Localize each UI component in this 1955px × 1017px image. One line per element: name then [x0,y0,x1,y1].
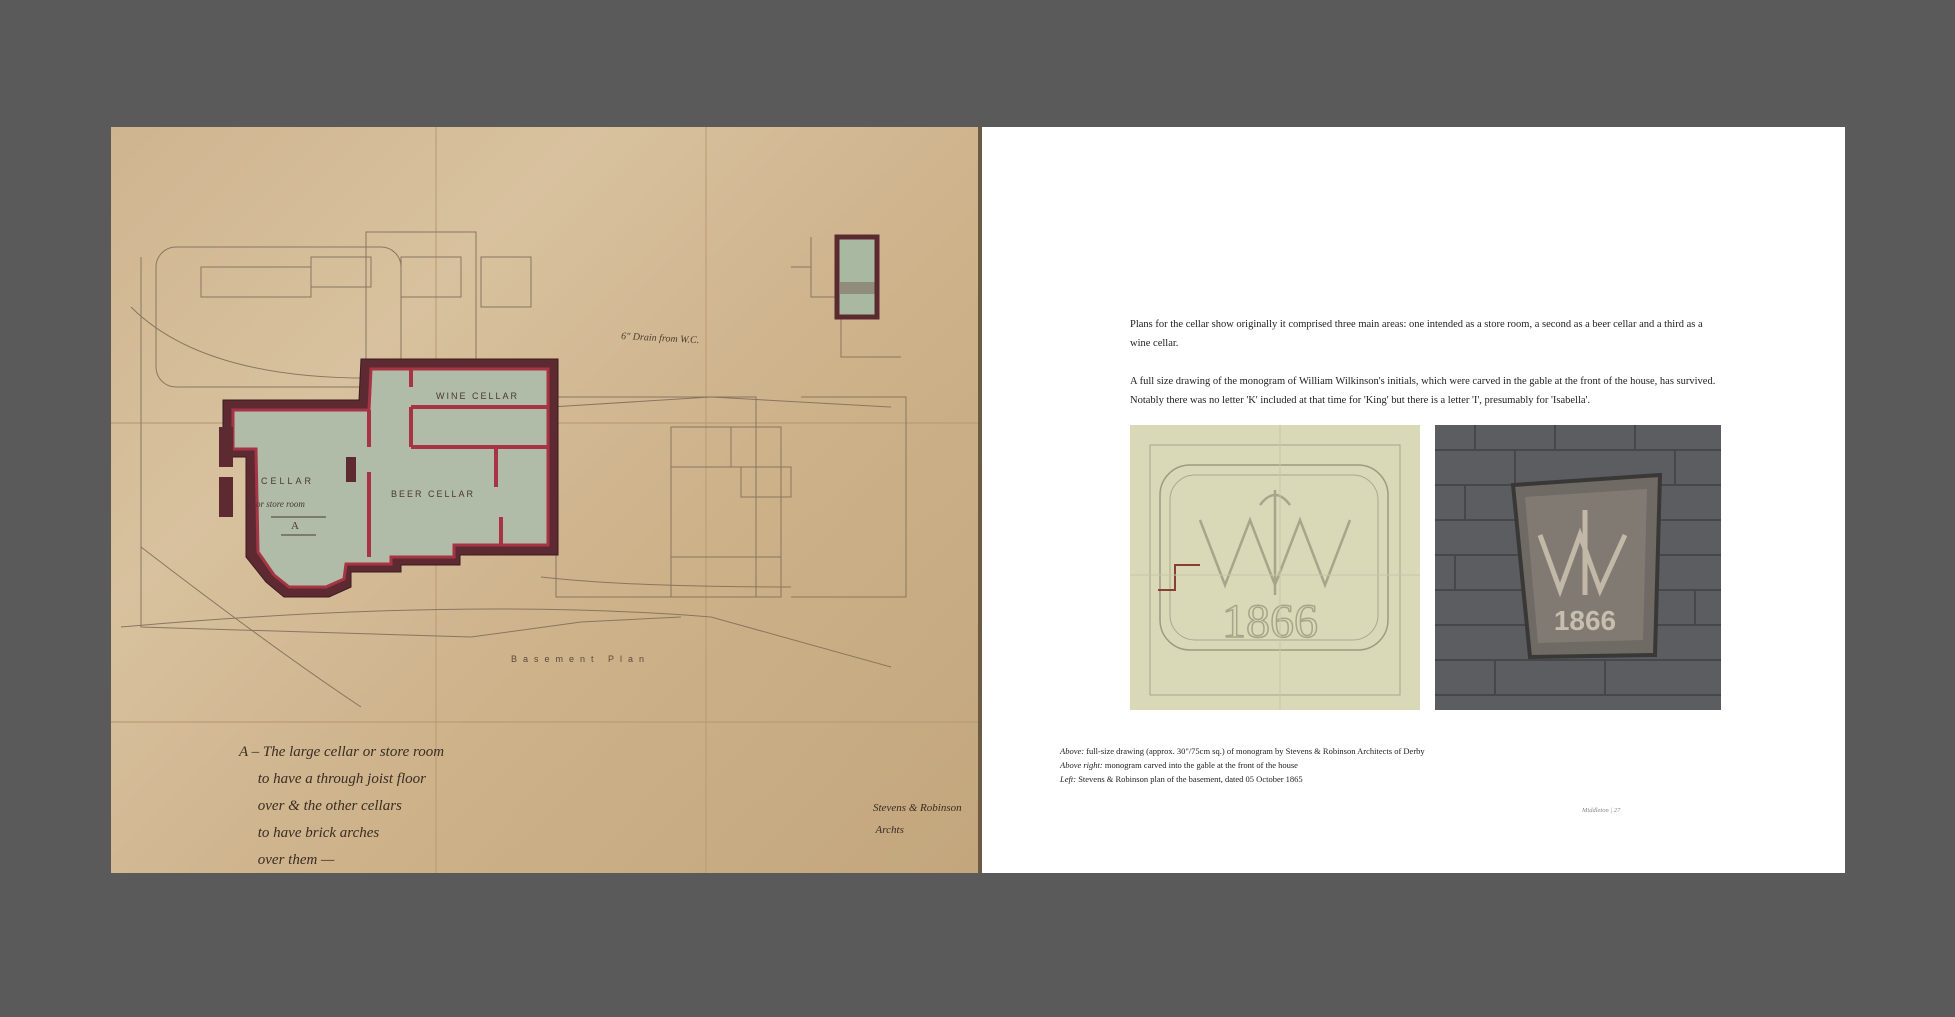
caption-text: Stevens & Robinson plan of the basement,… [1076,774,1303,784]
beer-cellar-label: BEER CELLAR [391,489,475,499]
store-room-label: or store room [256,499,305,509]
caption-above-right: Above right: monogram carved into the ga… [1060,758,1425,772]
caption-label: Above right: [1060,760,1103,770]
monogram-drawing-photo: 1866 [1130,425,1420,710]
caption-left: Left: Stevens & Robinson plan of the bas… [1060,772,1425,786]
cellar-marker: A [291,520,299,532]
text-page: Plans for the cellar show originally it … [982,127,1845,873]
paragraph-monogram: A full size drawing of the monogram of W… [1130,376,1716,406]
caption-text: full-size drawing (approx. 30"/75cm sq.)… [1084,746,1425,756]
caption-label: Above: [1060,746,1085,756]
cellar-label: CELLAR [261,476,314,486]
monogram-carving-photo: 1866 [1435,425,1721,710]
architect-signature: Stevens & Robinson Archts [873,802,962,836]
captions: Above: full-size drawing (approx. 30"/75… [1060,744,1425,786]
drain-note: 6" Drain from W.C. [621,331,700,346]
paragraph-cellar: Plans for the cellar show originally it … [1130,319,1703,349]
page-number: Middleton | 27 [1582,807,1621,814]
wine-cellar-label: WINE CELLAR [436,391,519,401]
drawing-year: 1866 [1222,595,1318,648]
caption-label: Left: [1060,774,1077,784]
handwritten-note: A – The large cellar or store room to ha… [239,744,445,868]
book-spread: WINE CELLAR BEER CELLAR CELLAR or store … [111,127,1845,873]
plan-title: Basement Plan [511,654,651,664]
basement-plan-image: WINE CELLAR BEER CELLAR CELLAR or store … [111,127,978,873]
caption-text: monogram carved into the gable at the fr… [1102,760,1298,770]
carving-year: 1866 [1554,605,1616,636]
caption-above: Above: full-size drawing (approx. 30"/75… [1060,744,1425,758]
